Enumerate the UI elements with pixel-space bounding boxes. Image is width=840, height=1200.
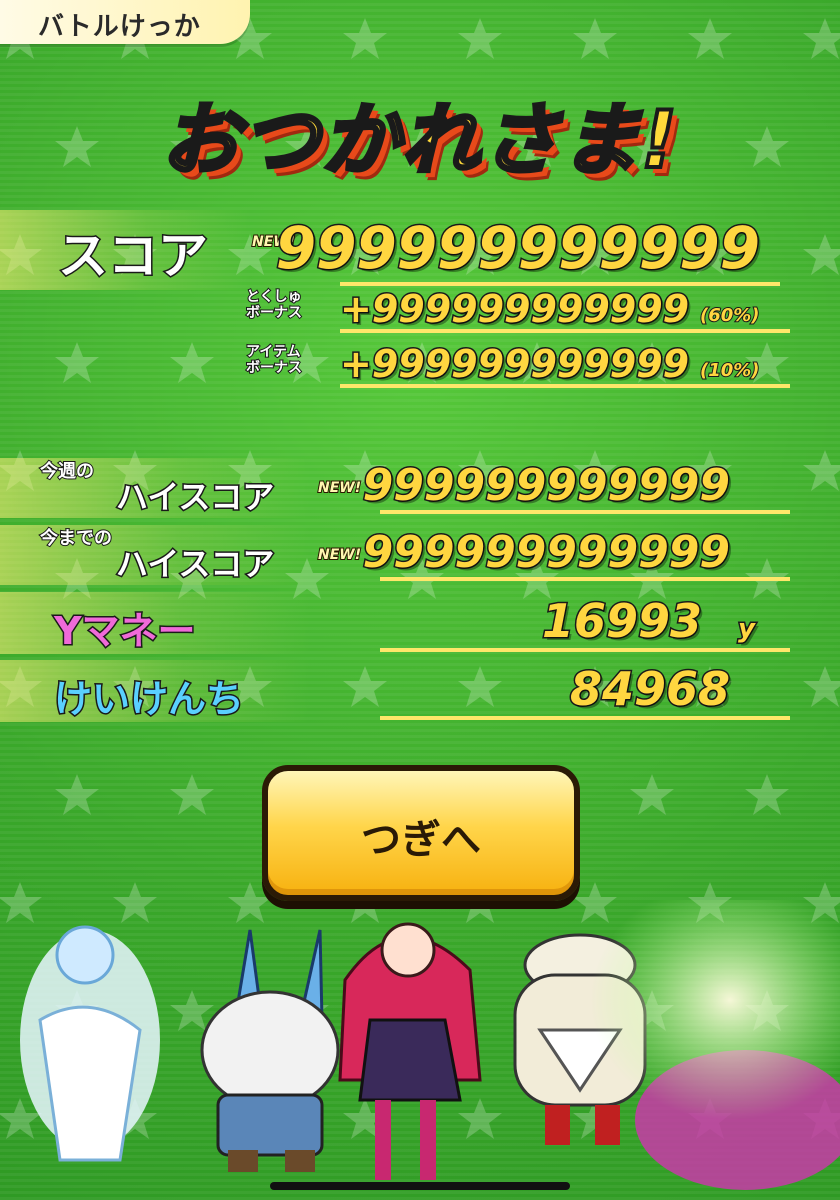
score-value: 999999999999 [274,213,761,284]
header-tab: バトルけっか [0,0,250,44]
header-title: バトルけっか [38,12,201,42]
party-characters [20,900,840,1190]
ymoney-underline [380,648,790,652]
special-bonus-label-1: とくしゅ [245,288,303,306]
ymoney-label: Yマネー [53,608,198,655]
weekly-highscore-row: 今週の ハイスコア NEW! 999999999999 [0,458,800,518]
alltime-highscore-underline [380,577,790,581]
item-bonus-value: +999999999999 [338,341,690,388]
next-button[interactable]: つぎへ [262,765,580,901]
ymoney-row: Yマネー 16993 y [0,592,800,655]
score-row: スコア NEW! 999999999999 [0,210,800,290]
item-bonus-percent: (10%) [699,359,761,382]
alltime-highscore-label: ハイスコア [114,544,275,585]
alltime-highscore-label-small: 今までの [39,528,113,549]
alltime-highscore-value: 999999999999 [361,526,731,580]
weekly-highscore-new-badge: NEW! [317,479,362,497]
alltime-highscore-new-badge: NEW! [317,546,362,564]
ymoney-unit: y [737,613,757,646]
score-label: スコア [57,226,210,287]
special-bonus-row: とくしゅ ボーナス +999999999999 (60%) [0,285,800,335]
item-bonus-label-1: アイテム [245,343,302,361]
next-button-label: つぎへ [361,817,481,863]
item-bonus-row: アイテム ボーナス +999999999999 (10%) [0,340,800,390]
item-bonus-label-2: ボーナス [245,359,303,377]
special-bonus-percent: (60%) [699,304,761,327]
special-bonus-underline [340,329,790,333]
spirit-character [20,925,160,1162]
exp-label: けいけんち [52,676,245,723]
red-haired-character [338,922,482,1180]
armored-creature-character [200,929,340,1172]
ymoney-value: 16993 [540,593,703,650]
exp-row: けいけんち 84968 [0,660,800,723]
item-bonus-underline [340,384,790,388]
result-banner: おつかれさま! [159,94,679,188]
weekly-highscore-label-small: 今週の [39,461,95,482]
exp-underline [380,716,790,720]
pink-blob-character [590,900,840,1190]
weekly-highscore-value: 999999999999 [361,459,731,513]
weekly-highscore-underline [380,510,790,514]
home-indicator[interactable] [270,1182,570,1190]
exp-value: 84968 [568,661,731,718]
special-bonus-value: +999999999999 [338,286,690,333]
special-bonus-label-2: ボーナス [245,304,303,322]
alltime-highscore-row: 今までの ハイスコア NEW! 999999999999 [0,525,800,585]
weekly-highscore-label: ハイスコア [114,477,275,518]
